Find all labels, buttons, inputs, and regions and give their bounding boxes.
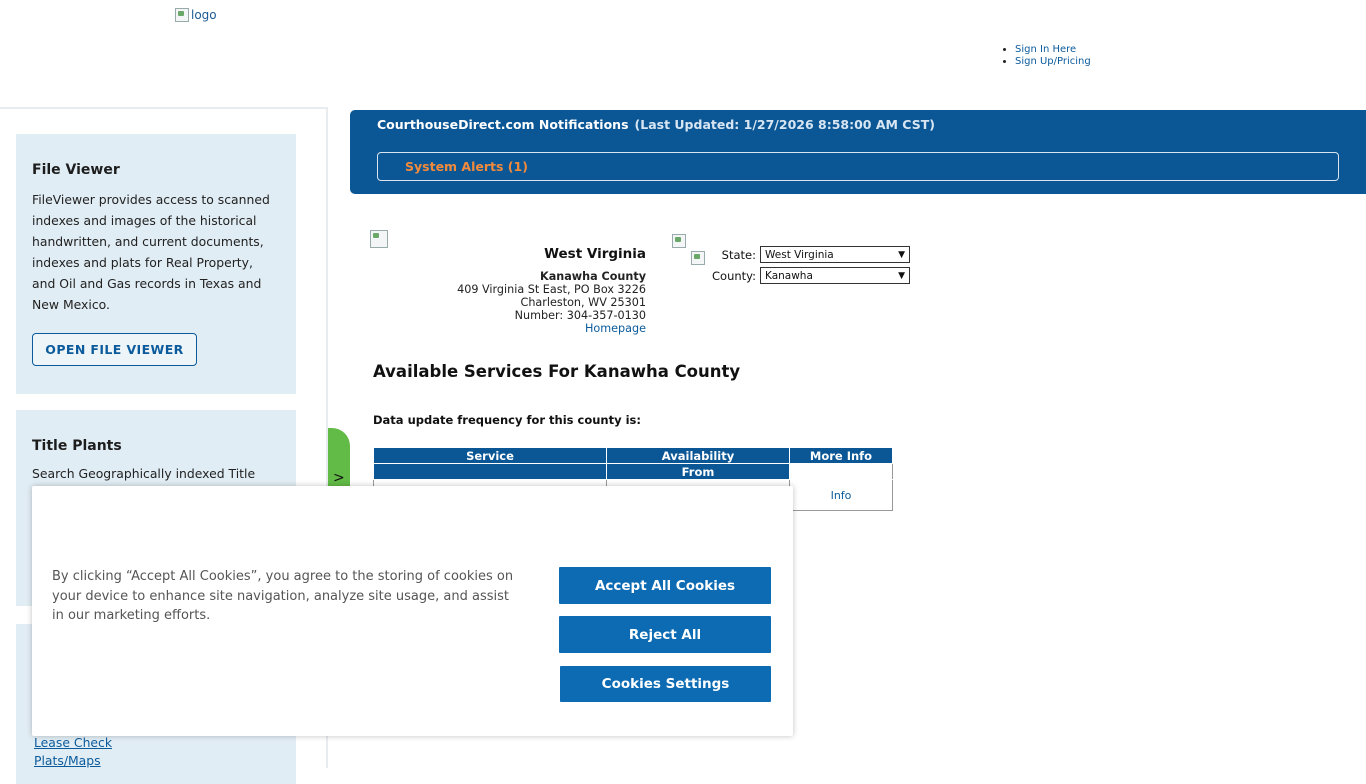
- file-viewer-title: File Viewer: [32, 162, 120, 178]
- state-select-value: West Virginia: [765, 248, 834, 261]
- state-select[interactable]: West Virginia ▼: [760, 246, 910, 263]
- column-header-service: Service: [373, 447, 607, 464]
- account-links: Sign In Here Sign Up/Pricing: [1003, 44, 1091, 68]
- title-plants-description: Search Geographically indexed Title: [32, 466, 256, 481]
- reject-all-button[interactable]: Reject All: [559, 616, 771, 653]
- system-alerts-box[interactable]: System Alerts (1): [377, 152, 1339, 181]
- info-link[interactable]: Info: [831, 489, 852, 502]
- county-select[interactable]: Kanawha ▼: [760, 267, 910, 284]
- file-viewer-description: FileViewer provides access to scanned in…: [32, 192, 270, 312]
- column-header-availability: Availability: [606, 447, 790, 464]
- notifications-header: CourthouseDirect.com Notifications (Last …: [377, 117, 935, 132]
- county-select-value: Kanawha: [765, 269, 813, 282]
- accept-all-cookies-button[interactable]: Accept All Cookies: [559, 567, 771, 604]
- sign-in-link[interactable]: Sign In Here: [1015, 44, 1076, 55]
- subheader-blank: [789, 463, 893, 480]
- services-title: Available Services For Kanawha County: [373, 362, 741, 381]
- title-plants-title: Title Plants: [32, 438, 122, 454]
- sign-up-pricing-link[interactable]: Sign Up/Pricing: [1015, 56, 1091, 67]
- system-alerts-label: System Alerts (1): [405, 159, 528, 174]
- update-frequency-text: Data update frequency for this county is…: [373, 413, 642, 427]
- state-seal-image: [370, 230, 388, 248]
- county-seal-image: [691, 251, 706, 265]
- county-info: West Virginia Kanawha County 409 Virgini…: [456, 230, 646, 335]
- last-updated: (Last Updated: 1/27/2026 8:58:00 AM CST): [634, 117, 935, 132]
- county-name: Kanawha County: [540, 270, 646, 283]
- table-header-row: Service Availability More Info: [373, 447, 893, 464]
- plats-maps-link[interactable]: Plats/Maps: [34, 752, 112, 770]
- state-select-row: State: West Virginia ▼: [706, 246, 910, 263]
- site-logo[interactable]: logo: [175, 8, 217, 22]
- county-address-line1: 409 Virginia St East, PO Box 3226: [457, 283, 646, 296]
- column-header-from: From: [606, 463, 790, 480]
- column-header-more-info: More Info: [789, 447, 893, 464]
- cookie-consent-text: By clicking “Accept All Cookies”, you ag…: [52, 569, 514, 624]
- sidebar-links: Lease Check Plats/Maps: [34, 734, 112, 770]
- file-viewer-card: File Viewer FileViewer provides access t…: [16, 134, 296, 394]
- lease-check-link[interactable]: Lease Check: [34, 734, 112, 752]
- chevron-down-icon: ▼: [898, 270, 905, 281]
- expand-arrow-icon: >: [333, 470, 345, 486]
- state-flag-image: [672, 234, 687, 248]
- cookie-consent-banner: By clicking “Accept All Cookies”, you ag…: [32, 486, 793, 736]
- broken-image-icon: [175, 8, 189, 22]
- more-info-cell: Info: [789, 479, 893, 511]
- logo-alt-text: logo: [191, 8, 217, 22]
- state-label: State:: [721, 247, 756, 262]
- county-label: County:: [712, 268, 756, 283]
- county-phone: Number: 304-357-0130: [514, 309, 646, 322]
- notifications-panel: CourthouseDirect.com Notifications (Last …: [350, 110, 1366, 194]
- county-select-row: County: Kanawha ▼: [706, 267, 910, 284]
- subheader-blank: [373, 463, 607, 480]
- notifications-title: CourthouseDirect.com Notifications: [377, 117, 629, 132]
- county-homepage-link[interactable]: Homepage: [585, 322, 646, 335]
- state-name: West Virginia: [544, 246, 646, 262]
- chevron-down-icon: ▼: [898, 249, 905, 260]
- county-address-line2: Charleston, WV 25301: [520, 296, 646, 309]
- cookies-settings-button[interactable]: Cookies Settings: [560, 666, 771, 702]
- open-file-viewer-button[interactable]: OPEN FILE VIEWER: [32, 333, 197, 366]
- table-subheader-row: From: [373, 463, 893, 480]
